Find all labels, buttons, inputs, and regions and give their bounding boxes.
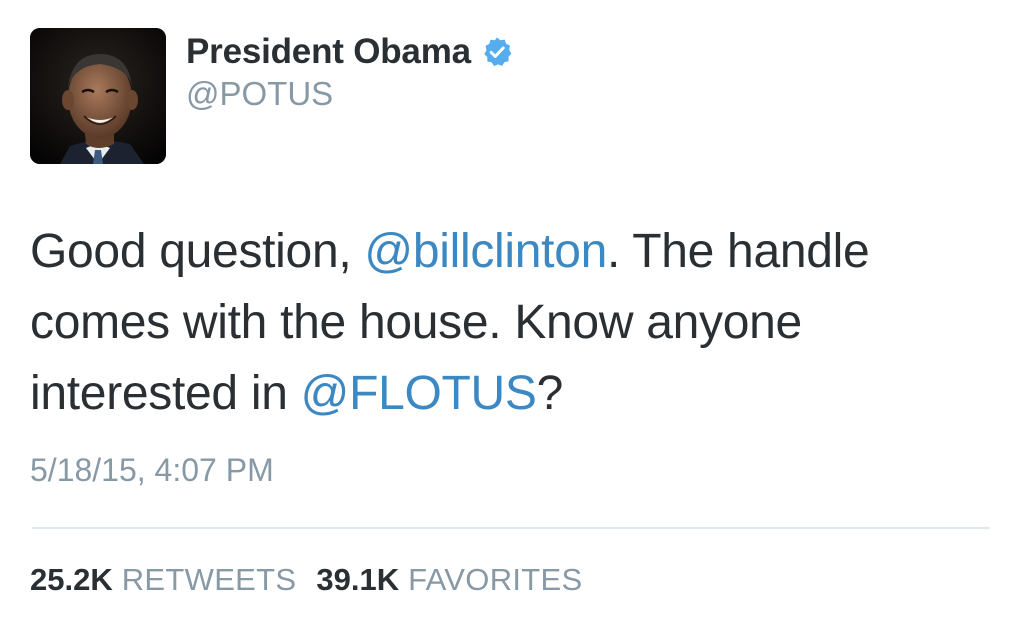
mention-link-billclinton[interactable]: @billclinton [364,225,607,278]
author-name[interactable]: President Obama [186,32,471,72]
author-name-row[interactable]: President Obama [186,30,513,74]
author-handle[interactable]: @POTUS [186,75,333,113]
verified-badge-icon [484,37,512,66]
tweet-text-part: Good question, [30,225,365,278]
tweet-text-part: ? [536,367,564,420]
retweets-stat[interactable]: 25.2K RETWEETS [30,562,296,598]
tweet-text: Good question, @billclinton. The handle … [30,216,1005,429]
retweets-count: 25.2K [30,562,113,597]
favorites-count: 39.1K [316,562,400,597]
mention-link-flotus[interactable]: @FLOTUS [301,367,537,420]
favorites-label: FAVORITES [408,562,583,597]
avatar[interactable] [30,28,166,164]
retweets-label: RETWEETS [121,562,297,597]
favorites-stat[interactable]: 39.1K FAVORITES [316,562,582,598]
profile-photo-icon [30,28,166,164]
divider [32,527,990,529]
tweet-timestamp[interactable]: 5/18/15, 4:07 PM [30,452,274,489]
tweet-stats: 25.2K RETWEETS 39.1K FAVORITES [30,562,583,598]
